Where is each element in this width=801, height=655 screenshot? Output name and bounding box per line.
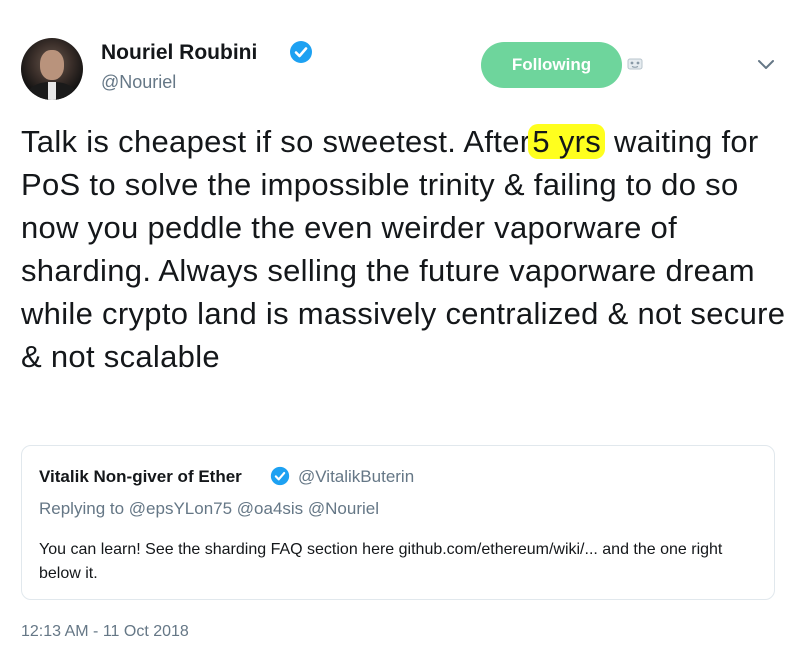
quoted-reply-context: Replying to @epsYLon75 @oa4sis @Nouriel [39,499,380,518]
verified-badge-icon [290,41,312,63]
tweet-text-rest: waiting for PoS to solve the impossible … [21,124,786,374]
verified-badge-icon [270,466,290,486]
tweet-timestamp[interactable]: 12:13 AM - 11 Oct 2018 [21,622,189,642]
author-avatar[interactable] [21,38,83,100]
highlighted-text: 5 yrs [528,124,606,159]
avatar-face [40,50,64,80]
following-button[interactable]: Following [481,42,622,88]
chevron-down-icon[interactable] [757,59,775,71]
author-name[interactable]: Nouriel Roubini [101,40,257,66]
tweet-text-start: Talk is cheapest if so sweetest. After [21,124,531,159]
quoted-author-name[interactable]: Vitalik Non-giver of Ether [39,467,242,487]
avatar-shirt [48,82,56,100]
notification-bell-icon[interactable] [627,57,643,71]
author-handle[interactable]: @Nouriel [101,71,176,93]
tweet-text: Talk is cheapest if so sweetest. After5 … [21,120,791,378]
quoted-tweet-text: You can learn! See the sharding FAQ sect… [39,541,723,582]
quoted-tweet[interactable]: Vitalik Non-giver of Ether @VitalikButer… [21,445,775,600]
quoted-author-handle[interactable]: @VitalikButerin [298,467,414,487]
